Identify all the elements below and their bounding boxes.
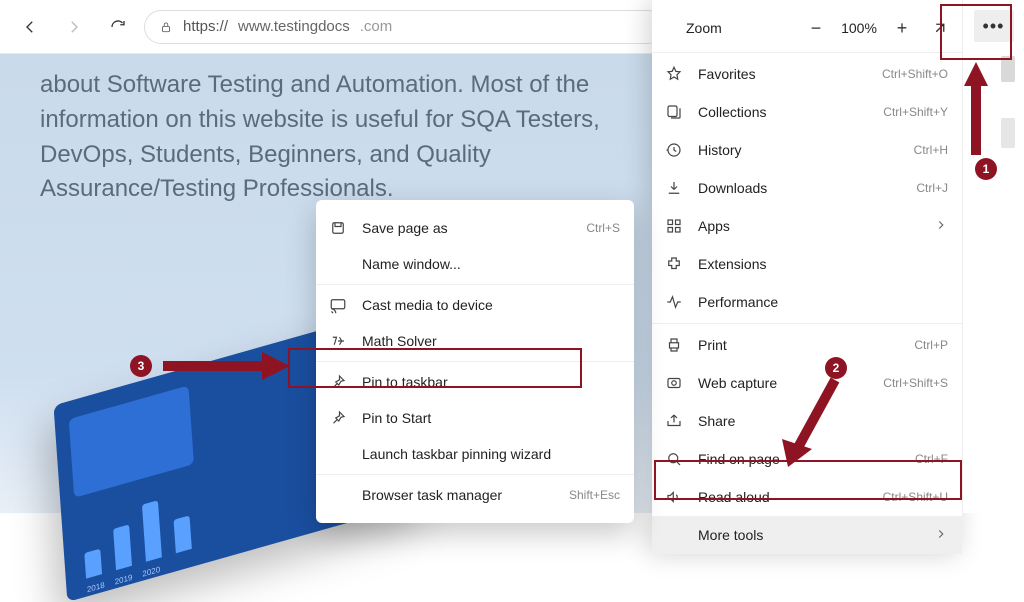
fullscreen-button[interactable] xyxy=(922,10,958,46)
scrollbar-track-mark xyxy=(1001,118,1015,148)
collections-icon xyxy=(664,102,684,122)
refresh-button[interactable] xyxy=(100,9,136,45)
web-capture-icon xyxy=(664,373,684,393)
submenu-pin-to-start[interactable]: Pin to Start xyxy=(316,400,634,436)
menu-item-performance[interactable]: Performance xyxy=(652,283,962,321)
chevron-right-icon xyxy=(934,527,948,544)
menu-item-extensions[interactable]: Extensions xyxy=(652,245,962,283)
zoom-row: Zoom − 100% + xyxy=(652,6,962,50)
find-icon xyxy=(664,449,684,469)
submenu-pin-to-taskbar[interactable]: Pin to taskbar xyxy=(316,364,634,400)
back-button[interactable] xyxy=(12,9,48,45)
annotation-badge-3: 3 xyxy=(130,355,152,377)
apps-icon xyxy=(664,216,684,236)
menu-item-apps[interactable]: Apps xyxy=(652,207,962,245)
save-icon xyxy=(328,218,348,238)
pin-icon xyxy=(328,372,348,392)
submenu-browser-task-manager[interactable]: Browser task manager Shift+Esc xyxy=(316,477,634,513)
page-paragraph: about Software Testing and Automation. M… xyxy=(40,68,600,207)
history-icon xyxy=(664,140,684,160)
url-protocol: https:// xyxy=(183,18,228,35)
address-bar[interactable]: https:// www.testingdocs .com xyxy=(144,10,664,44)
chevron-right-icon xyxy=(934,218,948,235)
settings-menu-button[interactable]: ••• xyxy=(974,10,1014,42)
menu-item-collections[interactable]: Collections Ctrl+Shift+Y xyxy=(652,93,962,131)
forward-button[interactable] xyxy=(56,9,92,45)
menu-item-more-tools[interactable]: More tools xyxy=(652,516,962,554)
pin-icon xyxy=(328,408,348,428)
lock-icon xyxy=(159,20,173,34)
url-host: www.testingdocs xyxy=(238,18,350,35)
menu-item-favorites[interactable]: Favorites Ctrl+Shift+O xyxy=(652,55,962,93)
submenu-launch-pinning-wizard[interactable]: Launch taskbar pinning wizard xyxy=(316,436,634,472)
blank-icon xyxy=(664,525,684,545)
annotation-arrow-2 xyxy=(780,375,860,480)
url-tld: .com xyxy=(360,18,393,35)
zoom-percent: 100% xyxy=(834,20,884,36)
menu-item-history[interactable]: History Ctrl+H xyxy=(652,131,962,169)
math-icon xyxy=(328,331,348,351)
performance-icon xyxy=(664,292,684,312)
submenu-math-solver[interactable]: Math Solver xyxy=(316,323,634,359)
annotation-badge-1: 1 xyxy=(975,158,997,180)
annotation-badge-2: 2 xyxy=(825,357,847,379)
submenu-cast-media[interactable]: Cast media to device xyxy=(316,287,634,323)
menu-item-read-aloud[interactable]: Read aloud Ctrl+Shift+U xyxy=(652,478,962,516)
submenu-save-page-as[interactable]: Save page as Ctrl+S xyxy=(316,210,634,246)
extensions-icon xyxy=(664,254,684,274)
share-icon xyxy=(664,411,684,431)
annotation-arrow-1 xyxy=(958,60,998,165)
read-aloud-icon xyxy=(664,487,684,507)
submenu-name-window[interactable]: Name window... xyxy=(316,246,634,282)
cast-icon xyxy=(328,295,348,315)
print-icon xyxy=(664,335,684,355)
zoom-out-button[interactable]: − xyxy=(798,10,834,46)
download-icon xyxy=(664,178,684,198)
annotation-arrow-3 xyxy=(158,344,298,399)
star-icon xyxy=(664,64,684,84)
zoom-label: Zoom xyxy=(686,20,798,36)
more-tools-submenu: Save page as Ctrl+S Name window... Cast … xyxy=(316,200,634,523)
menu-item-downloads[interactable]: Downloads Ctrl+J xyxy=(652,169,962,207)
menu-item-print[interactable]: Print Ctrl+P xyxy=(652,326,962,364)
zoom-in-button[interactable]: + xyxy=(884,10,920,46)
scrollbar-thumb[interactable] xyxy=(1001,56,1015,82)
